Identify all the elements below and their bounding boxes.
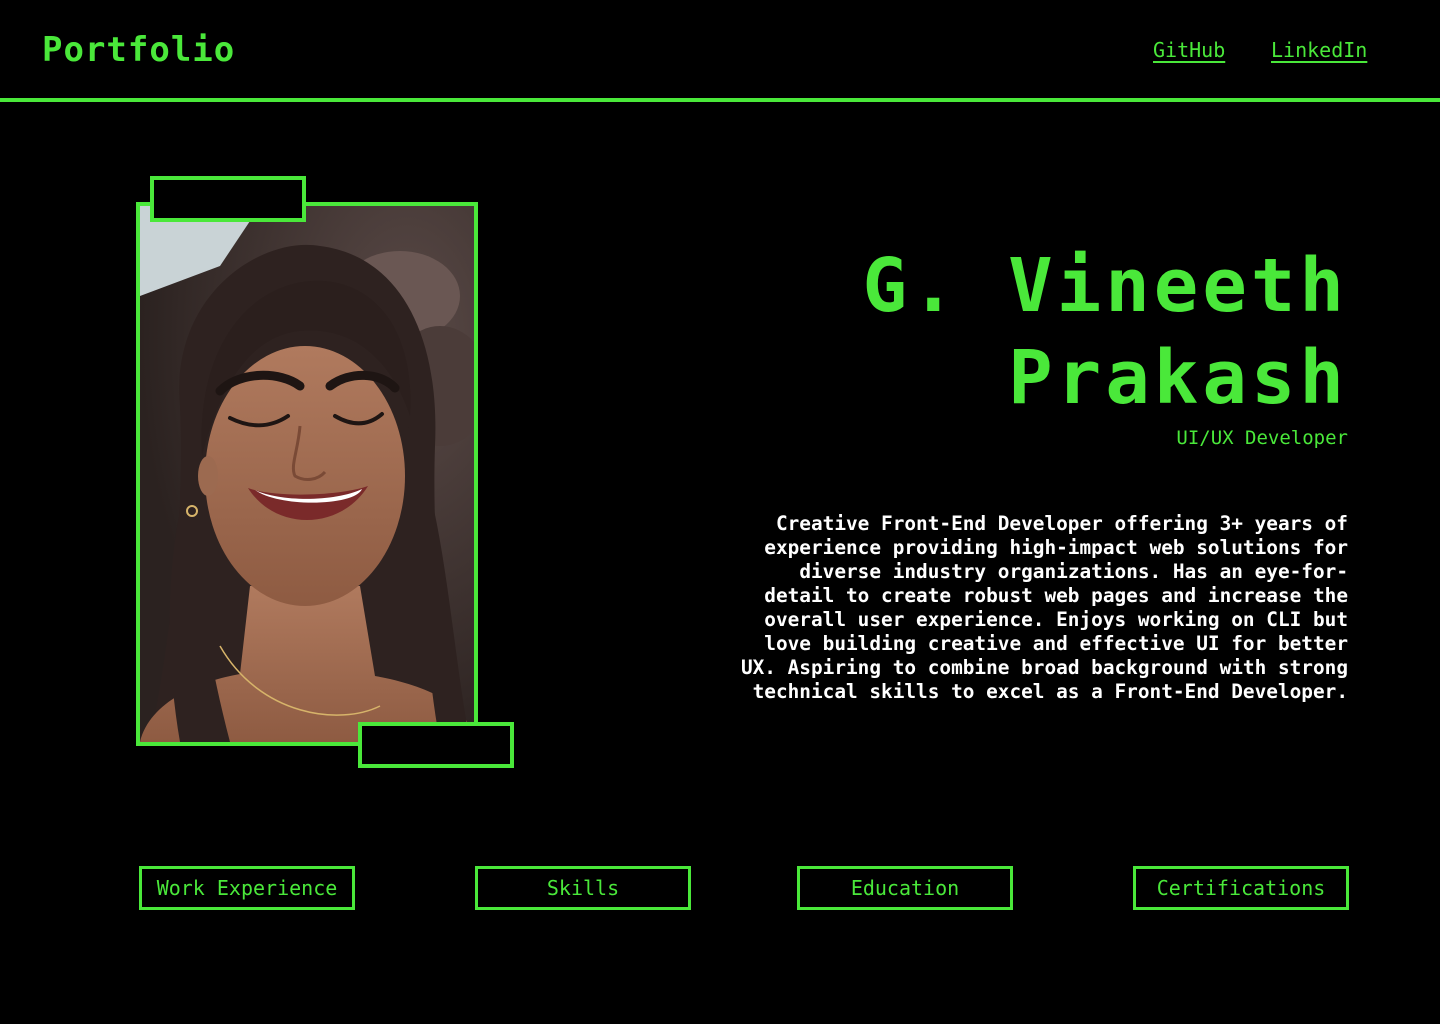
bio-line: overall user experience. Enjoys working … [764,608,1348,631]
profile-name: G. Vineeth Prakash [648,240,1348,424]
bio-line: detail to create robust web pages and in… [764,584,1348,607]
profile-role: UI/UX Developer [1176,427,1348,449]
profile-bio: Creative Front-End Developer offering 3+… [688,512,1348,704]
github-link[interactable]: GitHub [1153,37,1225,63]
certifications-button[interactable]: Certifications [1133,866,1349,910]
work-experience-button[interactable]: Work Experience [139,866,355,910]
top-navigation-bar: Portfolio GitHub LinkedIn [0,0,1440,102]
linkedin-link[interactable]: LinkedIn [1271,37,1367,63]
bio-line: UX. Aspiring to combine broad background… [740,656,1348,679]
skills-button[interactable]: Skills [475,866,691,910]
bio-line: experience providing high-impact web sol… [764,536,1348,559]
decorative-corner-box-top [150,176,306,222]
profile-photo-illustration [140,206,474,742]
profile-photo [136,202,478,746]
profile-name-line-2: Prakash [1008,335,1348,421]
bio-line: technical skills to excel as a Front-End… [752,680,1348,703]
bio-line: love building creative and effective UI … [764,632,1348,655]
bio-line: Creative Front-End Developer offering 3+… [775,512,1348,535]
education-button[interactable]: Education [797,866,1013,910]
bio-line: diverse industry organizations. Has an e… [799,560,1348,583]
site-title: Portfolio [42,30,236,70]
decorative-corner-box-bottom [358,722,514,768]
profile-name-line-1: G. Vineeth [862,243,1348,329]
